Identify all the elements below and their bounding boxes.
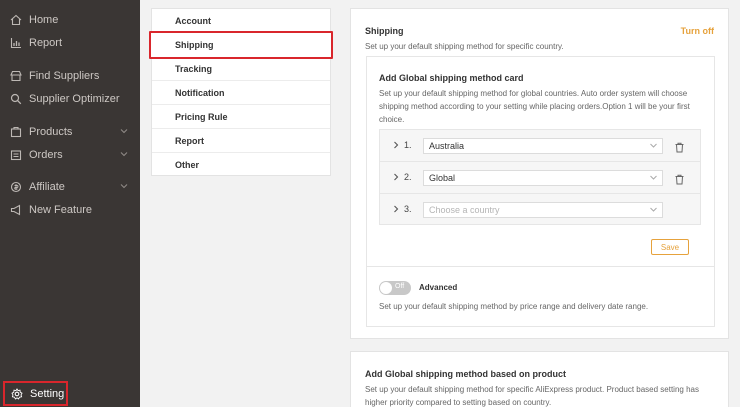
sidebar-item-supplier-optimizer[interactable]: Supplier Optimizer bbox=[0, 88, 140, 110]
trash-icon[interactable] bbox=[674, 140, 686, 153]
chevron-right-icon[interactable] bbox=[391, 172, 401, 182]
menu-item-notification[interactable]: Notification bbox=[152, 81, 330, 105]
menu-item-pricing-rule[interactable]: Pricing Rule bbox=[152, 105, 330, 129]
select-placeholder: Choose a country bbox=[429, 205, 500, 215]
turn-off-link[interactable]: Turn off bbox=[681, 26, 714, 36]
sidebar-item-new-feature[interactable]: New Feature bbox=[0, 199, 140, 221]
chevron-down-icon bbox=[649, 205, 658, 216]
shipping-card: Shipping Turn off Set up your default sh… bbox=[350, 8, 729, 339]
home-icon bbox=[9, 13, 23, 27]
orders-icon bbox=[9, 148, 23, 162]
menu-item-account[interactable]: Account bbox=[152, 9, 330, 33]
sidebar-item-orders[interactable]: Orders bbox=[0, 144, 140, 166]
country-select[interactable]: Choose a country bbox=[423, 202, 663, 218]
report-icon bbox=[9, 36, 23, 50]
sidebar-item-label: Affiliate bbox=[29, 181, 65, 193]
sidebar-item-setting[interactable]: Setting bbox=[3, 381, 68, 406]
settings-menu: Account Shipping Tracking Notification P… bbox=[149, 8, 333, 177]
country-select[interactable]: Global bbox=[423, 170, 663, 186]
sidebar-item-label: Orders bbox=[29, 149, 63, 161]
advanced-section: Off Advanced Set up your default shippin… bbox=[366, 267, 715, 327]
menu-item-other[interactable]: Other bbox=[152, 153, 330, 177]
toggle-label: Off bbox=[395, 283, 405, 290]
list-item: 2. Global bbox=[380, 162, 700, 194]
sidebar-item-find-suppliers[interactable]: Find Suppliers bbox=[0, 65, 140, 87]
suppliers-icon bbox=[9, 69, 23, 83]
toggle-knob bbox=[380, 282, 392, 294]
sidebar-item-report[interactable]: Report bbox=[0, 32, 140, 54]
sidebar-item-label: Products bbox=[29, 126, 73, 138]
sidebar-item-label: Setting bbox=[30, 387, 65, 400]
select-value: Global bbox=[429, 173, 456, 183]
card-title: Add Global shipping method based on prod… bbox=[365, 369, 566, 379]
sidebar-item-label: Home bbox=[29, 14, 59, 26]
card-title: Add Global shipping method card bbox=[379, 73, 524, 83]
section-title: Shipping bbox=[365, 26, 404, 36]
section-description: Set up your default shipping method for … bbox=[365, 42, 564, 51]
list-item: 1. Australia bbox=[380, 130, 700, 162]
sidebar-item-home[interactable]: Home bbox=[0, 9, 140, 31]
sidebar-item-affiliate[interactable]: Affiliate bbox=[0, 176, 140, 198]
chevron-down-icon bbox=[649, 141, 658, 152]
sidebar-item-label: Report bbox=[29, 37, 63, 49]
list-item: 3. Choose a country bbox=[380, 194, 700, 226]
sidebar-item-label: Find Suppliers bbox=[29, 70, 100, 82]
products-icon bbox=[9, 125, 23, 139]
menu-item-report[interactable]: Report bbox=[152, 129, 330, 153]
chevron-down-icon bbox=[120, 126, 128, 138]
menu-item-tracking[interactable]: Tracking bbox=[152, 57, 330, 81]
global-shipping-card: Add Global shipping method card Set up y… bbox=[366, 56, 715, 267]
product-shipping-card: Add Global shipping method based on prod… bbox=[350, 351, 729, 407]
chevron-down-icon bbox=[120, 149, 128, 161]
advanced-description: Set up your default shipping method by p… bbox=[379, 302, 649, 311]
chevron-down-icon bbox=[649, 173, 658, 184]
megaphone-icon bbox=[9, 203, 23, 217]
affiliate-icon bbox=[9, 180, 23, 194]
chevron-down-icon bbox=[120, 181, 128, 193]
card-description: Set up your default shipping method for … bbox=[379, 89, 690, 124]
country-select[interactable]: Australia bbox=[423, 138, 663, 154]
chevron-right-icon[interactable] bbox=[391, 140, 401, 150]
trash-icon[interactable] bbox=[674, 172, 686, 185]
card-description: Set up your default shipping method for … bbox=[365, 385, 699, 407]
sidebar-item-label: Supplier Optimizer bbox=[29, 93, 120, 105]
menu-item-shipping[interactable]: Shipping bbox=[149, 31, 333, 59]
option-number: 2. bbox=[404, 172, 412, 182]
select-value: Australia bbox=[429, 141, 465, 151]
option-number: 1. bbox=[404, 140, 412, 150]
shipping-options-list: 1. Australia 2. Global 3. Choose a count… bbox=[379, 129, 701, 225]
chevron-right-icon[interactable] bbox=[391, 204, 401, 214]
sidebar: Home Report Find Suppliers Supplier Opti… bbox=[0, 0, 140, 407]
search-icon bbox=[9, 92, 23, 106]
sidebar-item-products[interactable]: Products bbox=[0, 121, 140, 143]
option-number: 3. bbox=[404, 204, 412, 214]
advanced-toggle[interactable]: Off bbox=[379, 281, 411, 295]
sidebar-item-label: New Feature bbox=[29, 204, 92, 216]
save-button[interactable]: Save bbox=[651, 239, 689, 255]
advanced-title: Advanced bbox=[419, 283, 458, 292]
gear-icon bbox=[10, 387, 24, 401]
